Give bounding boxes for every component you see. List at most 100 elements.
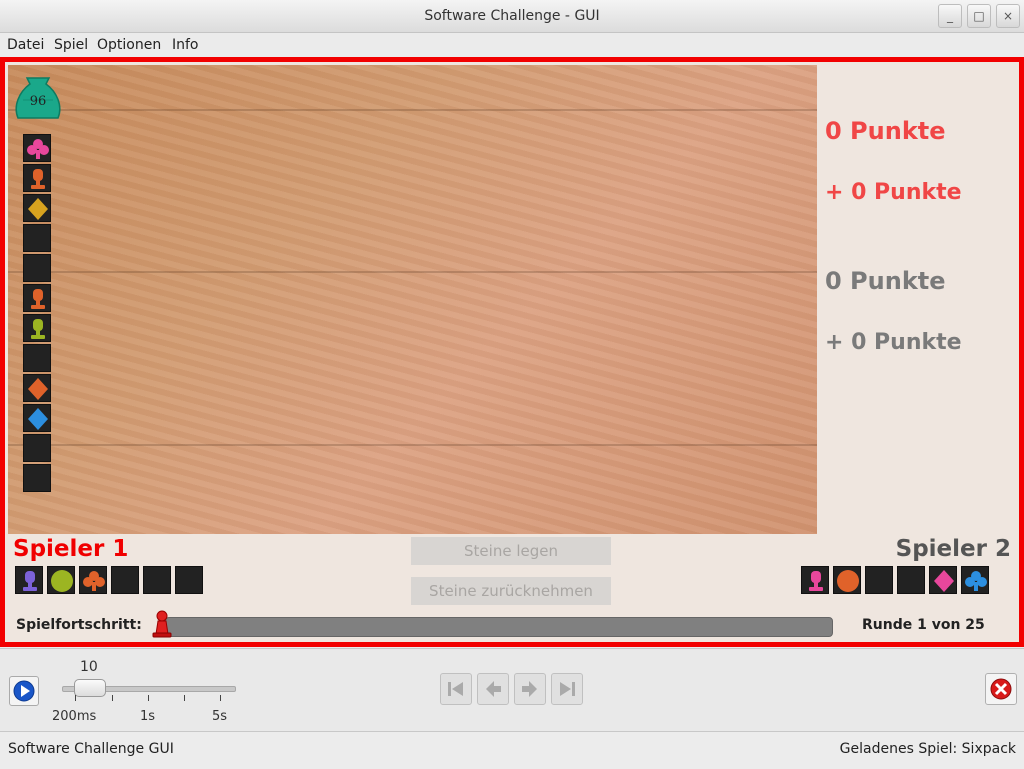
heart-icon <box>180 580 190 591</box>
maximize-button[interactable]: □ <box>967 4 991 28</box>
club-icon <box>27 139 49 159</box>
menu-info[interactable]: Info <box>172 37 199 53</box>
stack-acorn-tile[interactable] <box>23 164 51 192</box>
round-indicator: Runde 1 von 25 <box>862 617 985 633</box>
p1-hand-club-tile[interactable] <box>79 566 107 594</box>
speed-value: 10 <box>80 659 98 675</box>
next-step-button[interactable] <box>514 673 546 705</box>
tile-bag: 96 <box>13 70 63 122</box>
stack-spade-tile[interactable] <box>23 344 51 372</box>
stack-spade-tile[interactable] <box>23 464 51 492</box>
stack-club-tile[interactable] <box>23 134 51 162</box>
skip-first-icon <box>448 682 463 696</box>
stack-diamond-tile[interactable] <box>23 194 51 222</box>
game-board[interactable]: 96 <box>8 65 817 534</box>
stack-diamond-tile[interactable] <box>23 374 51 402</box>
p2-points: 0 Punkte <box>825 267 946 295</box>
heart-icon <box>116 580 126 591</box>
progress-label: Spielfortschritt: <box>16 617 142 633</box>
acorn-icon <box>23 571 37 591</box>
club-icon <box>965 571 987 591</box>
p2-hand-circle-tile[interactable] <box>833 566 861 594</box>
p2-plus-points: + 0 Punkte <box>825 330 962 355</box>
p1-points: 0 Punkte <box>825 117 946 145</box>
speed-tick-label: 1s <box>140 709 156 724</box>
p2-hand-spade-tile[interactable] <box>897 566 925 594</box>
speed-tick <box>220 695 221 701</box>
p1-hand-spade-tile[interactable] <box>143 566 171 594</box>
play-button[interactable] <box>9 676 39 706</box>
stack-acorn-tile[interactable] <box>23 284 51 312</box>
status-bar: Software Challenge GUI Geladenes Spiel: … <box>0 731 1024 769</box>
acorn-icon <box>31 169 45 189</box>
p1-hand-acorn-tile[interactable] <box>15 566 43 594</box>
speed-tick <box>75 695 76 701</box>
heart-icon <box>28 238 38 249</box>
menu-optionen[interactable]: Optionen <box>97 37 161 53</box>
bag-count: 96 <box>29 94 47 109</box>
tile-stack <box>23 134 53 494</box>
arrow-left-icon <box>486 681 501 697</box>
p2-hand-club-tile[interactable] <box>961 566 989 594</box>
minimize-button[interactable]: _ <box>938 4 962 28</box>
spade-icon <box>866 567 894 595</box>
speed-tick-label: 200ms <box>52 709 97 724</box>
menu-bar: Datei Spiel Optionen Info <box>0 33 1024 57</box>
circle-icon <box>51 570 73 592</box>
player2-name: Spieler 2 <box>895 536 1011 562</box>
spade-icon <box>24 465 52 493</box>
speed-tick-label: 5s <box>212 709 228 724</box>
spade-icon <box>24 345 52 373</box>
place-stones-button[interactable]: Steine legen <box>411 537 611 565</box>
arrow-right-icon <box>522 681 537 697</box>
stack-spade-tile[interactable] <box>23 254 51 282</box>
close-window-button[interactable]: × <box>996 4 1020 28</box>
last-step-button[interactable] <box>551 673 583 705</box>
speed-tick <box>148 695 149 701</box>
diamond-icon <box>934 570 954 592</box>
diamond-icon <box>28 408 48 430</box>
menu-spiel[interactable]: Spiel <box>54 37 88 53</box>
club-icon <box>83 571 105 591</box>
acorn-icon <box>31 319 45 339</box>
first-step-button[interactable] <box>440 673 472 705</box>
speed-tick <box>184 695 185 701</box>
p1-hand-heart-tile[interactable] <box>175 566 203 594</box>
speed-slider-thumb[interactable] <box>74 679 106 697</box>
player1-name: Spieler 1 <box>13 536 129 562</box>
diamond-icon <box>28 378 48 400</box>
menu-datei[interactable]: Datei <box>7 37 44 53</box>
skip-last-icon <box>560 682 575 696</box>
p1-hand-circle-tile[interactable] <box>47 566 75 594</box>
window-title: Software Challenge - GUI <box>424 8 600 24</box>
p1-plus-points: + 0 Punkte <box>825 180 962 205</box>
stack-spade-tile[interactable] <box>23 434 51 462</box>
progress-bar <box>165 617 833 637</box>
stack-heart-tile[interactable] <box>23 224 51 252</box>
acorn-icon <box>31 289 45 309</box>
status-left: Software Challenge GUI <box>8 741 174 757</box>
diamond-icon <box>28 198 48 220</box>
title-bar: Software Challenge - GUI _ □ × <box>0 0 1024 33</box>
p1-hand-heart-tile[interactable] <box>111 566 139 594</box>
player1-hand <box>15 566 207 596</box>
spade-icon <box>898 567 926 595</box>
p2-hand-diamond-tile[interactable] <box>929 566 957 594</box>
spade-icon <box>144 567 172 595</box>
p2-hand-acorn-tile[interactable] <box>801 566 829 594</box>
stack-diamond-tile[interactable] <box>23 404 51 432</box>
game-frame: 96 0 Punkte + 0 Punkte 0 Punkte + 0 Punk… <box>0 57 1024 647</box>
acorn-icon <box>809 571 823 591</box>
status-right: Geladenes Spiel: Sixpack <box>839 741 1016 757</box>
cancel-game-button[interactable] <box>985 673 1017 705</box>
stack-acorn-tile[interactable] <box>23 314 51 342</box>
circle-icon <box>837 570 859 592</box>
close-red-icon <box>990 678 1012 700</box>
playback-controls: 10 200ms 1s 5s <box>0 648 1024 731</box>
speed-tick <box>112 695 113 701</box>
pawn-icon <box>152 610 172 638</box>
p2-hand-spade-tile[interactable] <box>865 566 893 594</box>
undo-stones-button[interactable]: Steine zurücknehmen <box>411 577 611 605</box>
previous-step-button[interactable] <box>477 673 509 705</box>
player2-hand <box>801 566 993 596</box>
